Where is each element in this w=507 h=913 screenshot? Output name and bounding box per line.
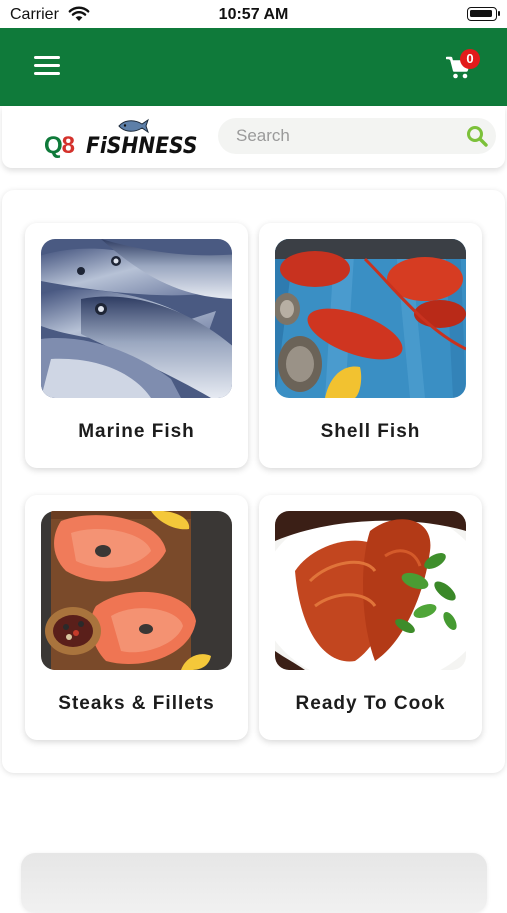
category-card-shell-fish[interactable]: Shell Fish (259, 223, 482, 468)
search-bar[interactable] (218, 118, 496, 154)
logo-q8: Q8 (44, 132, 75, 159)
cart-count-badge: 0 (460, 49, 480, 69)
battery-icon (467, 7, 500, 21)
category-label: Ready To Cook (295, 693, 446, 714)
status-bar: Carrier 10:57 AM (0, 0, 507, 28)
header-bar: Q8 FiSHNESS (2, 106, 505, 168)
cart-button[interactable]: 0 (444, 49, 484, 86)
category-card-ready-to-cook[interactable]: Ready To Cook (259, 495, 482, 740)
search-icon[interactable] (466, 125, 488, 147)
search-input[interactable] (236, 118, 456, 154)
logo-wordmark: FiSHNESS (86, 134, 198, 159)
category-label: Marine Fish (78, 421, 195, 442)
category-card-marine-fish[interactable]: Marine Fish (25, 223, 248, 468)
category-panel: Marine Fish Shell Fish Steaks & Fillets … (2, 190, 505, 773)
ready-to-cook-image (275, 511, 466, 670)
category-label: Steaks & Fillets (58, 693, 215, 714)
promo-banner-card[interactable] (21, 853, 487, 913)
hamburger-menu-icon[interactable] (34, 56, 62, 78)
marine-fish-image (41, 239, 232, 398)
category-label: Shell Fish (320, 421, 421, 442)
steaks-fillets-image (41, 511, 232, 670)
status-time: 10:57 AM (218, 6, 289, 23)
shell-fish-image (275, 239, 466, 398)
fishness-logo: Q8 FiSHNESS (44, 118, 197, 160)
app-bar: 0 (0, 28, 507, 106)
category-card-steaks-fillets[interactable]: Steaks & Fillets (25, 495, 248, 740)
fish-logo-icon (118, 118, 149, 134)
